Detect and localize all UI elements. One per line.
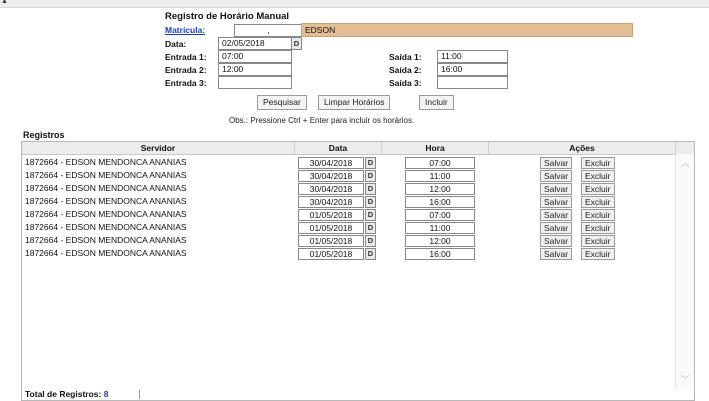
- entrada1-label: Entrada 1:: [165, 52, 207, 62]
- servidor-cell: 1872664 - EDSON MENDONCA ANANIAS: [25, 196, 187, 206]
- excluir-button[interactable]: Excluir: [581, 248, 615, 260]
- footer-divider: [139, 390, 140, 399]
- date-picker-button[interactable]: D: [365, 222, 376, 234]
- table-row: 1872664 - EDSON MENDONCA ANANIAS 30/04/2…: [22, 156, 674, 169]
- matricula-link[interactable]: Matrícula:: [165, 25, 205, 35]
- salvar-button[interactable]: Salvar: [540, 248, 573, 260]
- hora-field[interactable]: 16:00: [405, 248, 475, 260]
- hora-field[interactable]: 11:00: [405, 170, 475, 182]
- column-servidor: Servidor: [22, 142, 295, 154]
- salvar-button[interactable]: Salvar: [540, 222, 573, 234]
- salvar-button[interactable]: Salvar: [540, 157, 573, 169]
- excluir-button[interactable]: Excluir: [581, 235, 615, 247]
- registros-title: Registros: [23, 130, 65, 140]
- excluir-button[interactable]: Excluir: [581, 222, 615, 234]
- date-field[interactable]: 30/04/2018: [298, 157, 364, 169]
- saida2-label: Saída 2:: [389, 65, 422, 75]
- table-row: 1872664 - EDSON MENDONCA ANANIAS 01/05/2…: [22, 247, 674, 260]
- date-picker-button[interactable]: D: [365, 157, 376, 169]
- employee-name-field: EDSON: [301, 23, 633, 37]
- table-scrollbar[interactable]: ︿ ﹀: [675, 154, 694, 389]
- date-field[interactable]: 01/05/2018: [298, 235, 364, 247]
- limpar-horarios-button[interactable]: Limpar Horários: [318, 95, 391, 110]
- date-field[interactable]: 30/04/2018: [298, 183, 364, 195]
- total-label: Total de Registros:: [25, 389, 102, 399]
- salvar-button[interactable]: Salvar: [540, 183, 573, 195]
- excluir-button[interactable]: Excluir: [581, 209, 615, 221]
- obs-note: Obs.: Pressione Ctrl + Enter para inclui…: [229, 116, 415, 125]
- table-footer: Total de Registros: 8: [21, 389, 695, 401]
- entrada2-label: Entrada 2:: [165, 65, 207, 75]
- date-field[interactable]: 30/04/2018: [298, 196, 364, 208]
- servidor-cell: 1872664 - EDSON MENDONCA ANANIAS: [25, 157, 187, 167]
- salvar-button[interactable]: Salvar: [540, 235, 573, 247]
- total-count: 8: [103, 389, 109, 399]
- entrada1-input[interactable]: 07:00: [218, 50, 292, 63]
- saida2-input[interactable]: 16:00: [437, 63, 508, 76]
- saida3-label: Saída 3:: [389, 78, 422, 88]
- scroll-up-icon[interactable]: ︿: [676, 156, 694, 169]
- table-row: 1872664 - EDSON MENDONCA ANANIAS 01/05/2…: [22, 221, 674, 234]
- table-row: 1872664 - EDSON MENDONCA ANANIAS 01/05/2…: [22, 234, 674, 247]
- excluir-button[interactable]: Excluir: [581, 196, 615, 208]
- pesquisar-button[interactable]: Pesquisar: [257, 95, 307, 110]
- date-picker-button[interactable]: D: [365, 248, 376, 260]
- table-row: 1872664 - EDSON MENDONCA ANANIAS 30/04/2…: [22, 182, 674, 195]
- entrada3-input[interactable]: [218, 76, 292, 89]
- registros-table: Servidor Data Hora Ações 1872664 - EDSON…: [21, 141, 695, 391]
- collapse-arrow-icon[interactable]: ▲: [1, 0, 8, 5]
- servidor-cell: 1872664 - EDSON MENDONCA ANANIAS: [25, 209, 187, 219]
- date-field[interactable]: 01/05/2018: [298, 248, 364, 260]
- form-title: Registro de Horário Manual: [165, 11, 290, 22]
- table-header: Servidor Data Hora Ações: [22, 142, 694, 155]
- hora-field[interactable]: 16:00: [405, 196, 475, 208]
- column-data: Data: [295, 142, 382, 154]
- hora-field[interactable]: 07:00: [405, 157, 475, 169]
- date-field[interactable]: 30/04/2018: [298, 170, 364, 182]
- date-picker-button[interactable]: D: [291, 37, 302, 50]
- date-picker-button[interactable]: D: [365, 196, 376, 208]
- date-picker-button[interactable]: D: [365, 183, 376, 195]
- excluir-button[interactable]: Excluir: [581, 157, 615, 169]
- date-field[interactable]: 01/05/2018: [298, 222, 364, 234]
- column-acoes: Ações: [489, 142, 676, 154]
- entrada2-input[interactable]: 12:00: [218, 63, 292, 76]
- hora-field[interactable]: 07:00: [405, 209, 475, 221]
- servidor-cell: 1872664 - EDSON MENDONCA ANANIAS: [25, 235, 187, 245]
- date-picker-button[interactable]: D: [365, 170, 376, 182]
- date-picker-button[interactable]: D: [365, 235, 376, 247]
- date-field[interactable]: 01/05/2018: [298, 209, 364, 221]
- salvar-button[interactable]: Salvar: [540, 196, 573, 208]
- date-picker-button[interactable]: D: [365, 209, 376, 221]
- salvar-button[interactable]: Salvar: [540, 209, 573, 221]
- saida3-input[interactable]: [437, 76, 508, 89]
- servidor-cell: 1872664 - EDSON MENDONCA ANANIAS: [25, 222, 187, 232]
- salvar-button[interactable]: Salvar: [540, 170, 573, 182]
- saida1-input[interactable]: 11:00: [437, 50, 508, 63]
- top-strip: ▲: [0, 0, 709, 8]
- scroll-down-icon[interactable]: ﹀: [676, 373, 694, 386]
- saida1-label: Saída 1:: [389, 52, 422, 62]
- hora-field[interactable]: 12:00: [405, 235, 475, 247]
- data-label: Data:: [165, 39, 187, 49]
- table-row: 1872664 - EDSON MENDONCA ANANIAS 01/05/2…: [22, 208, 674, 221]
- hora-field[interactable]: 12:00: [405, 183, 475, 195]
- table-row: 1872664 - EDSON MENDONCA ANANIAS 30/04/2…: [22, 195, 674, 208]
- servidor-cell: 1872664 - EDSON MENDONCA ANANIAS: [25, 183, 187, 193]
- servidor-cell: 1872664 - EDSON MENDONCA ANANIAS: [25, 170, 187, 180]
- hora-field[interactable]: 11:00: [405, 222, 475, 234]
- excluir-button[interactable]: Excluir: [581, 170, 615, 182]
- total-registros: Total de Registros: 8: [25, 389, 108, 400]
- matricula-input[interactable]: ,: [234, 24, 303, 37]
- column-hora: Hora: [382, 142, 489, 154]
- servidor-cell: 1872664 - EDSON MENDONCA ANANIAS: [25, 248, 187, 258]
- excluir-button[interactable]: Excluir: [581, 183, 615, 195]
- table-row: 1872664 - EDSON MENDONCA ANANIAS 30/04/2…: [22, 169, 674, 182]
- entrada3-label: Entrada 3:: [165, 78, 207, 88]
- date-input[interactable]: 02/05/2018: [218, 37, 292, 50]
- incluir-button[interactable]: Incluir: [419, 95, 454, 110]
